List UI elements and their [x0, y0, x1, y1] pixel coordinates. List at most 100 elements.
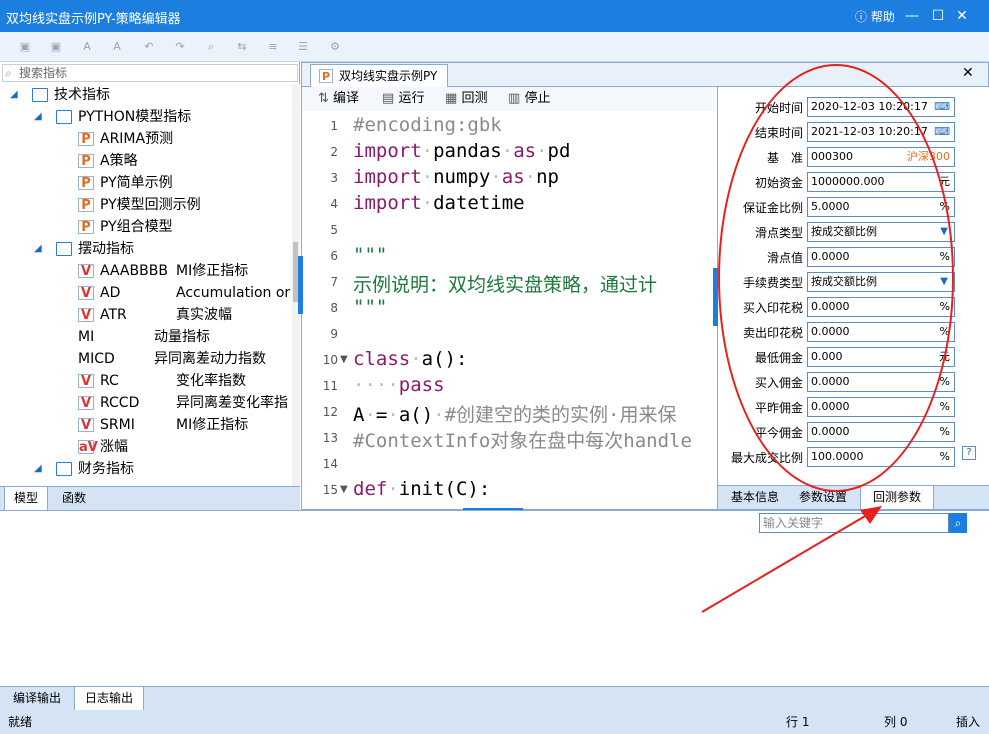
tab-compile-output[interactable]: 编译输出: [4, 687, 70, 711]
status-text: 就绪: [8, 715, 33, 729]
fold-icon[interactable]: ▼: [340, 354, 348, 365]
backtest-icon: ▦: [445, 91, 458, 106]
status-mode: 插入: [956, 715, 981, 729]
code-line[interactable]: """: [353, 296, 387, 318]
collapse-icon[interactable]: ◢: [10, 84, 24, 106]
tree-item[interactable]: V ATR 真实波幅: [78, 304, 290, 326]
tree-item-label: PYTHON模型指标: [78, 109, 192, 125]
tree-item-label: A策略: [100, 153, 138, 169]
document-tab[interactable]: P 双均线实盘示例PY: [310, 64, 448, 87]
line-number: 4: [330, 197, 338, 211]
maximize-button[interactable]: ☐: [926, 4, 950, 28]
tree-item[interactable]: MICD 异同离差动力指数: [78, 348, 290, 370]
replace-icon[interactable]: ⇆: [233, 38, 251, 56]
close-window-button[interactable]: ✕: [950, 4, 974, 28]
backtest-button[interactable]: ▦ 回测: [445, 90, 487, 108]
font-increase-icon[interactable]: A: [108, 38, 126, 56]
line-number: 11: [322, 379, 338, 393]
tree-folder[interactable]: ◢ 摆动指标: [34, 238, 290, 260]
code-line[interactable]: A·=·a()·#创建空的类的实例·用来保: [353, 400, 676, 427]
tab-functions[interactable]: 函数: [52, 487, 96, 511]
tree-item-label: ATR: [100, 307, 127, 323]
tree-item-desc: 异同离差动力指数: [154, 351, 266, 367]
run-button[interactable]: ▤ 运行: [382, 90, 424, 108]
tab-log-output[interactable]: 日志输出: [74, 687, 144, 711]
find-icon[interactable]: ⌕: [202, 38, 220, 56]
tree-item-desc: 变化率指数: [176, 373, 246, 389]
font-decrease-icon[interactable]: A: [78, 38, 96, 56]
goto-icon[interactable]: ≡: [264, 38, 282, 56]
indicator-search-input[interactable]: ⌕ 搜索指标: [2, 64, 298, 82]
annotation-arrow: [701, 506, 882, 613]
line-number: 3: [330, 171, 338, 185]
code-editor[interactable]: 1 #encoding:gbk 2 import·pandas·as·pd 3 impor…: [302, 111, 716, 509]
code-line[interactable]: class·a():: [353, 348, 467, 370]
tree-item-desc: Accumulation or Di: [176, 285, 294, 301]
tree-item[interactable]: P PY简单示例: [78, 172, 290, 194]
collapse-icon[interactable]: ◢: [34, 106, 48, 128]
python-file-icon: P: [319, 69, 333, 83]
tree-item[interactable]: MI 动量指标: [78, 326, 290, 348]
window-title: 双均线实盘示例PY-策略编辑器: [6, 12, 181, 27]
calendar-icon[interactable]: ⌨: [934, 123, 950, 141]
tree-item-label: 涨幅: [100, 439, 128, 455]
collapse-icon[interactable]: ◢: [34, 238, 48, 260]
line-number: 9: [330, 327, 338, 341]
tree-item[interactable]: V AD Accumulation or Di: [78, 282, 294, 304]
fold-icon[interactable]: ▼: [340, 484, 348, 495]
code-line[interactable]: ····pass: [353, 374, 445, 396]
close-tab-icon[interactable]: ✕: [962, 65, 974, 81]
indent-icon[interactable]: ☰: [294, 38, 312, 56]
tree-item-label: RC: [100, 373, 119, 389]
folder-icon: [56, 242, 72, 256]
undo-icon[interactable]: ↶: [140, 38, 158, 56]
tree-item[interactable]: P ARIMA预测: [78, 128, 290, 150]
output-tab-bar: 编译输出 日志输出: [0, 686, 989, 711]
code-line[interactable]: import·datetime: [353, 192, 525, 214]
formula-icon: V: [78, 374, 94, 389]
code-line[interactable]: #encoding:gbk: [353, 114, 502, 136]
compile-button[interactable]: ⇅ 编译: [318, 90, 359, 108]
tree-folder[interactable]: ◢ PYTHON模型指标: [34, 106, 290, 128]
search-icon[interactable]: ⌕: [949, 513, 967, 533]
code-line[interactable]: def·init(C):: [353, 478, 490, 500]
tree-item[interactable]: aV 涨幅: [78, 436, 290, 458]
settings-icon[interactable]: ⚙: [326, 38, 344, 56]
tree-item[interactable]: P PY组合模型: [78, 216, 290, 238]
line-number: 1: [330, 119, 338, 133]
redo-icon[interactable]: ↷: [171, 38, 189, 56]
code-line[interactable]: 示例说明：双均线实盘策略，通过计: [353, 270, 657, 297]
collapse-icon[interactable]: ◢: [34, 458, 48, 480]
python-file-icon: P: [78, 198, 94, 213]
tree-item[interactable]: V AAABBBB MI修正指标: [78, 260, 290, 282]
code-line[interactable]: """: [353, 244, 387, 266]
save-icon[interactable]: ▣: [16, 38, 34, 56]
line-number: 7: [330, 275, 338, 289]
help-icon[interactable]: ?: [962, 446, 976, 460]
tree-item[interactable]: V SRMI MI修正指标: [78, 414, 290, 436]
code-line[interactable]: import·numpy·as·np: [353, 166, 559, 188]
minimize-button[interactable]: —: [900, 4, 924, 28]
tree-item[interactable]: V RCCD 异同离差变化率指: [78, 392, 290, 414]
tree-item[interactable]: V RC 变化率指数: [78, 370, 290, 392]
tree-item[interactable]: P A策略: [78, 150, 290, 172]
line-number: 2: [330, 145, 338, 159]
code-line[interactable]: #ContextInfo对象在盘中每次handle: [353, 426, 692, 453]
save-all-icon[interactable]: ▣: [47, 38, 65, 56]
stop-button[interactable]: ▥ 停止: [508, 90, 550, 108]
left-splitter-handle[interactable]: [298, 256, 303, 314]
help-button[interactable]: ⓘ 帮助: [855, 8, 895, 25]
tab-model[interactable]: 模型: [4, 487, 48, 511]
code-line[interactable]: import·pandas·as·pd: [353, 140, 570, 162]
line-number: 15: [322, 483, 338, 497]
tree-folder[interactable]: ◢ 财务指标: [34, 458, 290, 480]
tree-folder[interactable]: ◢ 技术指标: [10, 84, 290, 106]
calendar-icon[interactable]: ⌨: [934, 98, 950, 116]
title-bar: 双均线实盘示例PY-策略编辑器 ⓘ 帮助 — ☐ ✕: [0, 0, 989, 32]
formula-icon: V: [78, 286, 94, 301]
tree-item-label: AAABBBB: [100, 263, 168, 279]
indicator-panel: ⌕ 搜索指标 ◢ 技术指标 ◢ PYTHON模型指标 P ARIMA预测 P A策略 P PY简单…: [0, 62, 300, 511]
tree-item[interactable]: P PY模型回测示例: [78, 194, 290, 216]
status-row: 行 1: [786, 715, 810, 729]
stop-icon: ▥: [508, 91, 521, 106]
